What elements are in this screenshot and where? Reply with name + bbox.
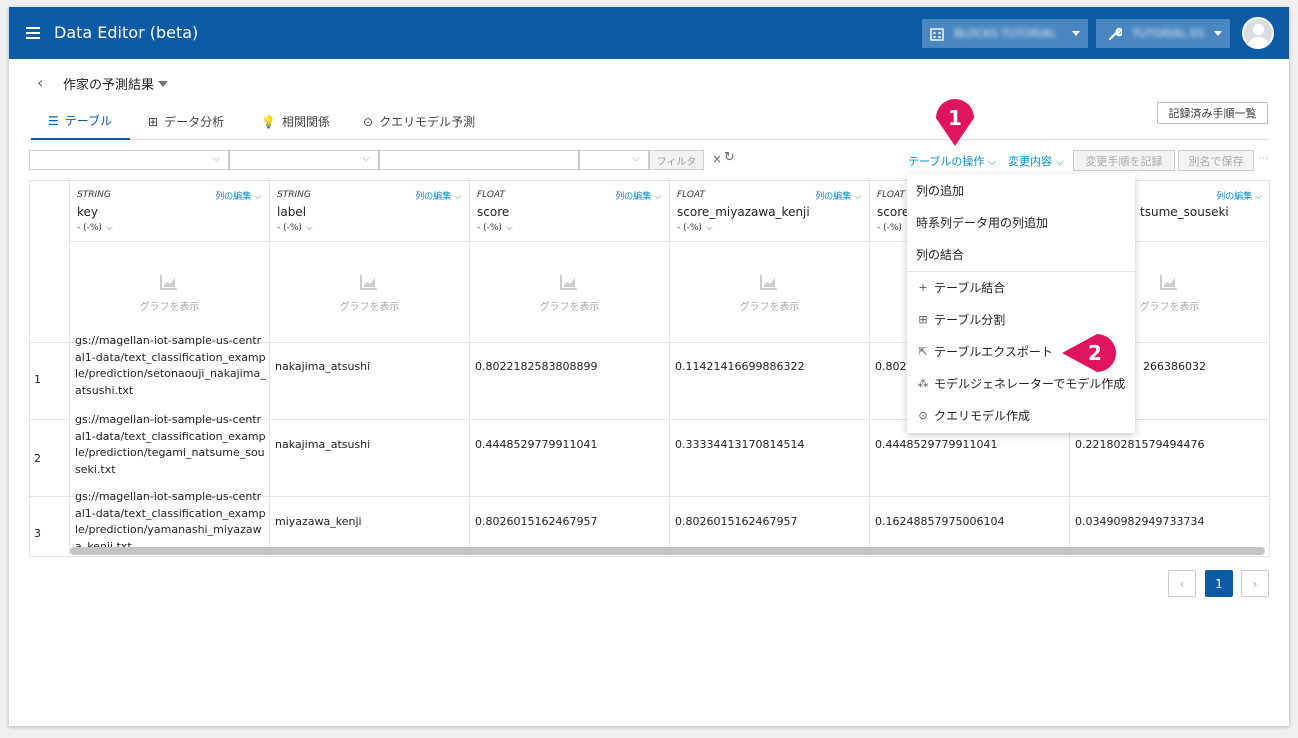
table-cell[interactable]: gs://magellan-iot-sample-us-central1-dat… [70, 334, 270, 420]
table-cell[interactable]: nakajima_atsushi [270, 420, 470, 497]
plus-box-icon: ⊞ [148, 114, 159, 129]
table-cell[interactable]: nakajima_atsushi [270, 343, 470, 420]
page-button-current[interactable]: 1 [1205, 570, 1233, 597]
clear-filter-icon[interactable]: × [712, 152, 722, 166]
chevron-down-icon: ⌵ [362, 153, 370, 164]
record-steps-button[interactable]: 変更手順を記録 [1073, 150, 1175, 171]
graph-cell[interactable]: グラフを表示 [670, 242, 870, 343]
recorded-steps-button[interactable]: 記録済み手順一覧 [1157, 102, 1268, 124]
chart-icon [1160, 275, 1177, 290]
chart-icon [760, 275, 777, 290]
plus-icon: + [918, 280, 928, 294]
workspace-selector[interactable]: BLOCKS TUTORIAL [922, 19, 1088, 48]
column-header-key: STRING 列の編集 ⌵ key - (-%) ⌵ [70, 181, 270, 242]
more-icon[interactable]: ··· [1258, 152, 1269, 165]
column-header-score-miyazawa-kenji: FLOAT 列の編集 ⌵ score_miyazawa_kenji - (-%)… [670, 181, 870, 242]
refresh-icon[interactable]: ↻ [724, 150, 735, 165]
chevron-down-icon [1214, 31, 1222, 36]
row-number-cell: 1 [30, 343, 70, 420]
tab-query-model-prediction[interactable]: ⊙ クエリモデル予測 [363, 103, 475, 140]
project-name: TUTORIAL 03 [1132, 27, 1205, 40]
horizontal-scrollbar[interactable] [70, 547, 1265, 555]
graph-cell[interactable]: グラフを表示 [470, 242, 670, 343]
column-header-label: STRING 列の編集 ⌵ label - (-%) ⌵ [270, 181, 470, 242]
row-number-cell: 3 [30, 497, 70, 556]
filter-extra-select[interactable]: ⌵ [579, 150, 649, 170]
table-operations-menu: 列の追加 時系列データ用の列追加 列の結合 + テーブル結合 ⊞ テーブル分割 ⇱ テ… [907, 174, 1135, 433]
app-window: Data Editor (beta) BLOCKS TUTORIAL TUTOR… [9, 7, 1289, 726]
menu-icon[interactable] [26, 27, 40, 39]
changes-link[interactable]: 変更内容 ⌵ [1008, 153, 1064, 169]
tab-bar: ☰ テーブル ⊞ データ分析 💡 相関関係 ⊙ クエリモデル予測 [31, 103, 1269, 140]
table-cell[interactable]: gs://magellan-iot-sample-us-central1-dat… [70, 413, 270, 497]
table-cell[interactable]: 0.33334413170814514 [670, 420, 870, 497]
next-page-button[interactable]: › [1241, 570, 1269, 597]
app-title: Data Editor (beta) [54, 23, 199, 42]
chevron-down-icon[interactable]: ⌵ [706, 223, 713, 233]
chevron-down-icon[interactable]: ⌵ [306, 223, 313, 233]
chart-icon [160, 275, 177, 290]
menu-item-join-table[interactable]: + テーブル結合 [907, 271, 1135, 303]
filter-apply-button[interactable]: フィルタ [649, 150, 704, 170]
query-icon: ⊙ [918, 408, 928, 422]
export-icon: ⇱ [918, 344, 928, 358]
previous-page-button[interactable]: ‹ [1168, 570, 1196, 597]
grid-icon: ⊞ [918, 312, 928, 326]
menu-item-add-column[interactable]: 列の追加 [907, 174, 1135, 206]
menu-item-merge-columns[interactable]: 列の結合 [907, 238, 1135, 270]
corner-cell [30, 181, 70, 343]
chart-icon [360, 275, 377, 290]
chevron-down-icon: ⌵ [212, 153, 220, 164]
chevron-down-icon[interactable]: ⌵ [106, 223, 113, 233]
chart-icon [560, 275, 577, 290]
edit-column-button[interactable]: 列の編集 ⌵ [1216, 189, 1262, 202]
project-selector[interactable]: TUTORIAL 03 [1096, 19, 1230, 48]
tab-table[interactable]: ☰ テーブル [31, 103, 130, 140]
filter-operator-select[interactable]: ⌵ [229, 150, 379, 170]
table-icon: ☰ [48, 113, 59, 128]
table-cell[interactable]: 0.8022182583808899 [470, 343, 670, 420]
menu-item-create-query-model[interactable]: ⊙ クエリモデル作成 [907, 399, 1135, 431]
edit-column-button[interactable]: 列の編集 ⌵ [215, 189, 261, 202]
building-icon [930, 27, 944, 41]
back-icon[interactable]: ‹ [37, 73, 43, 92]
tab-correlation[interactable]: 💡 相関関係 [261, 103, 330, 140]
edit-column-button[interactable]: 列の編集 ⌵ [415, 189, 461, 202]
callout-1: 1 [948, 106, 962, 130]
edit-column-button[interactable]: 列の編集 ⌵ [815, 189, 861, 202]
graph-cell[interactable]: グラフを表示 [270, 242, 470, 343]
title-dropdown-icon[interactable] [158, 81, 168, 87]
model-generator-icon: ⁂ [917, 376, 929, 390]
chevron-down-icon[interactable]: ⌵ [506, 223, 513, 233]
chevron-down-icon [1072, 31, 1080, 36]
page-title[interactable]: 作家の予測結果 [63, 74, 154, 93]
menu-item-add-timeseries-column[interactable]: 時系列データ用の列追加 [907, 206, 1135, 238]
query-icon: ⊙ [363, 114, 374, 129]
column-header-score: FLOAT 列の編集 ⌵ score - (-%) ⌵ [470, 181, 670, 242]
chevron-down-icon: ⌵ [632, 153, 640, 164]
workspace-name: BLOCKS TUTORIAL [954, 27, 1057, 40]
filter-value-input[interactable] [379, 150, 579, 170]
filter-column-select[interactable]: ⌵ [29, 150, 229, 170]
lightbulb-icon: 💡 [261, 114, 276, 129]
callout-2: 2 [1088, 341, 1102, 365]
table-cell[interactable]: 0.4448529779911041 [470, 420, 670, 497]
tab-data-analysis[interactable]: ⊞ データ分析 [148, 103, 224, 140]
graph-cell[interactable]: グラフを表示 [70, 242, 270, 343]
app-bar: Data Editor (beta) BLOCKS TUTORIAL TUTOR… [9, 7, 1289, 59]
row-number-cell: 2 [30, 420, 70, 497]
save-as-button[interactable]: 別名で保存 [1178, 150, 1254, 171]
table-cell[interactable]: 0.11421416699886322 [670, 343, 870, 420]
user-avatar[interactable] [1242, 17, 1274, 49]
wrench-icon [1109, 27, 1122, 40]
edit-column-button[interactable]: 列の編集 ⌵ [615, 189, 661, 202]
